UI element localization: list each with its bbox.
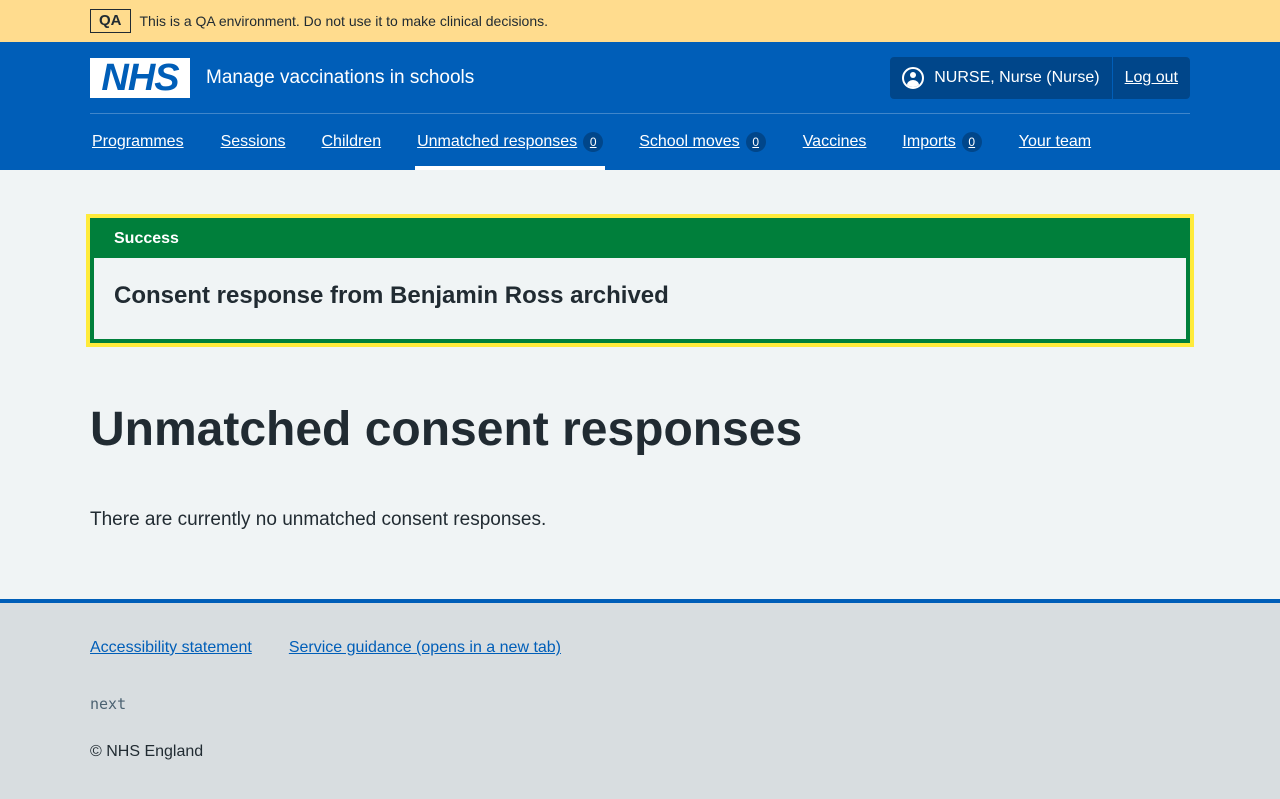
nav-label: School moves bbox=[639, 133, 740, 150]
service-name[interactable]: Manage vaccinations in schools bbox=[206, 67, 474, 89]
nav-vaccines[interactable]: Vaccines bbox=[801, 114, 869, 170]
nav-imports[interactable]: Imports 0 bbox=[900, 114, 983, 170]
account-user: NURSE, Nurse (Nurse) bbox=[890, 57, 1113, 99]
nav-label: Children bbox=[321, 133, 382, 150]
site-header: NHS Manage vaccinations in schools NURSE… bbox=[0, 42, 1280, 170]
count-badge: 0 bbox=[961, 132, 982, 152]
success-message: Consent response from Benjamin Ross arch… bbox=[94, 258, 1186, 339]
count-badge: 0 bbox=[745, 132, 766, 152]
empty-state-text: There are currently no unmatched consent… bbox=[90, 509, 547, 530]
page-title: Unmatched consent responses bbox=[90, 403, 803, 456]
count-badge: 0 bbox=[583, 132, 604, 152]
nhs-logo[interactable]: NHS bbox=[90, 57, 190, 98]
nav-label: Unmatched responses bbox=[417, 133, 578, 150]
nav-sessions[interactable]: Sessions bbox=[219, 114, 288, 170]
accessibility-statement-link[interactable]: Accessibility statement bbox=[90, 639, 252, 657]
nav-label: Imports bbox=[902, 133, 956, 150]
logout-link[interactable]: Log out bbox=[1113, 69, 1190, 87]
qa-banner: QA This is a QA environment. Do not use … bbox=[0, 0, 1280, 42]
service-guidance-link[interactable]: Service guidance (opens in a new tab) bbox=[289, 639, 561, 657]
nav-label: Programmes bbox=[92, 133, 184, 150]
qa-tag: QA bbox=[90, 9, 131, 33]
main-content: Success Consent response from Benjamin R… bbox=[86, 214, 1194, 531]
qa-banner-text: This is a QA environment. Do not use it … bbox=[139, 13, 549, 29]
nav-label: Sessions bbox=[220, 133, 286, 150]
success-banner: Success Consent response from Benjamin R… bbox=[86, 214, 1194, 347]
site-footer: Accessibility statement Service guidance… bbox=[0, 599, 1280, 799]
user-icon bbox=[902, 67, 925, 89]
nav-label: Vaccines bbox=[802, 133, 867, 150]
account-menu: NURSE, Nurse (Nurse) Log out bbox=[890, 57, 1190, 99]
success-title: Success bbox=[94, 222, 1186, 258]
app-version: next bbox=[90, 695, 127, 713]
user-name: NURSE, Nurse (Nurse) bbox=[934, 69, 1100, 86]
nav-children[interactable]: Children bbox=[320, 114, 384, 170]
nav-label: Your team bbox=[1018, 133, 1092, 150]
primary-nav: Programmes Sessions Children Unmatched r… bbox=[90, 114, 1190, 170]
nav-school-moves[interactable]: School moves 0 bbox=[637, 114, 768, 170]
nav-programmes[interactable]: Programmes bbox=[90, 114, 186, 170]
nav-your-team[interactable]: Your team bbox=[1017, 114, 1093, 170]
nav-unmatched-responses[interactable]: Unmatched responses 0 bbox=[415, 114, 606, 170]
copyright: © NHS England bbox=[90, 743, 204, 760]
